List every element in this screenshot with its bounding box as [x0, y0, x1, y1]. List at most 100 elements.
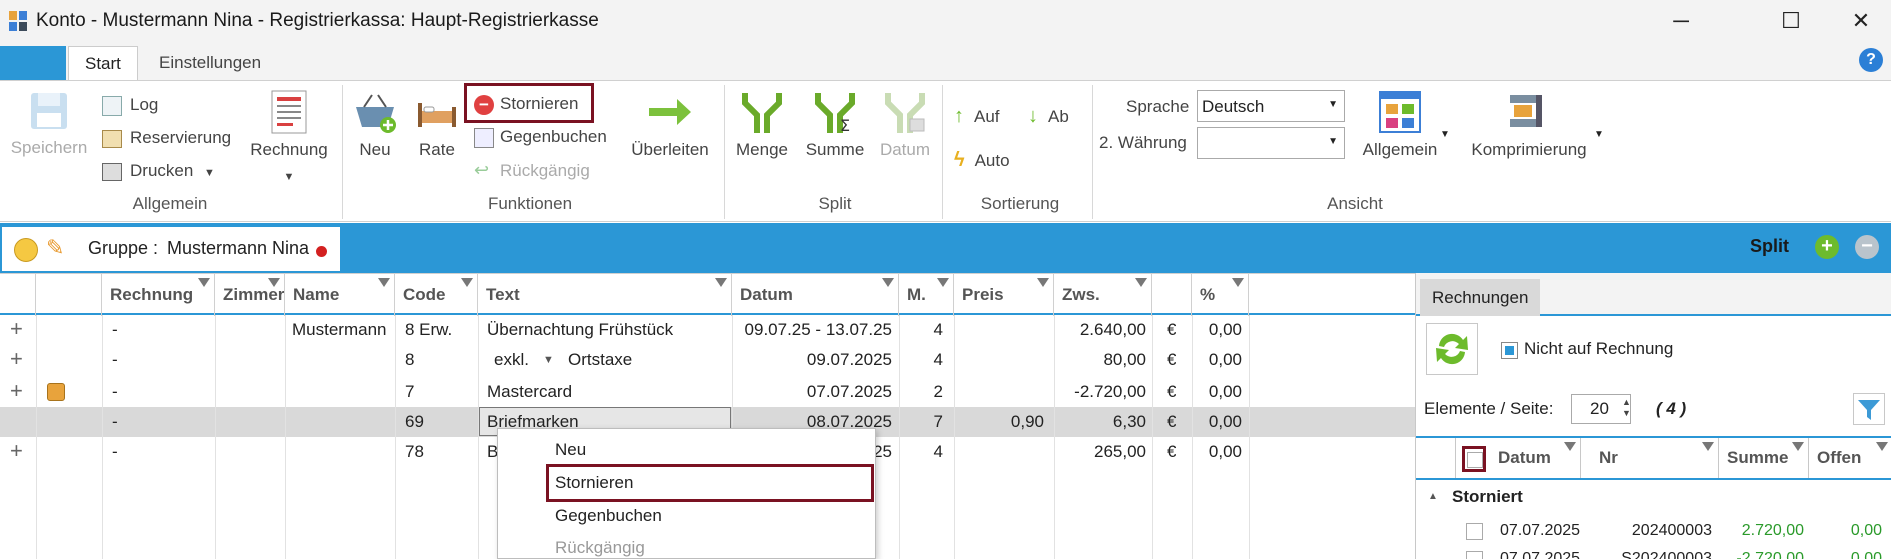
sort-auto-label: Auto: [974, 151, 1010, 170]
table-row[interactable]: + - 7 Mastercard 07.07.2025 2 -2.720,00 …: [0, 377, 1415, 407]
not-on-invoice-checkbox[interactable]: [1501, 342, 1518, 359]
column-header-label: Rechnung: [110, 285, 194, 304]
column-header-name[interactable]: Name: [285, 274, 395, 316]
column-header-code[interactable]: Code: [395, 274, 478, 316]
context-menu-new[interactable]: Neu: [555, 440, 586, 460]
invoice-row[interactable]: 07.07.2025 202400003 2.720,00 0,00: [1416, 517, 1891, 545]
minimize-button[interactable]: ─: [1646, 0, 1716, 42]
group-label-sortierung: Sortierung: [980, 194, 1060, 213]
filter-icon[interactable]: [268, 278, 280, 287]
column-header-datum[interactable]: Datum: [1490, 438, 1581, 478]
expand-icon[interactable]: +: [10, 345, 23, 375]
transfer-button[interactable]: Überleiten: [622, 89, 718, 165]
maximize-button[interactable]: ☐: [1756, 0, 1826, 42]
cell-percent: 0,00: [1208, 442, 1242, 461]
filter-icon[interactable]: [198, 278, 210, 287]
group-selector[interactable]: ✎ Gruppe : Mustermann Nina: [2, 227, 340, 271]
expand-icon[interactable]: +: [10, 377, 23, 407]
select-all-checkbox[interactable]: [1462, 446, 1486, 472]
context-menu-stornieren[interactable]: Stornieren: [555, 473, 633, 493]
column-header-zimmer[interactable]: Zimmer: [215, 274, 285, 316]
column-header-offen[interactable]: Offen: [1809, 438, 1891, 478]
chevron-down-icon[interactable]: ▼: [543, 345, 554, 375]
refresh-button[interactable]: [1426, 323, 1478, 375]
filter-icon[interactable]: [937, 278, 949, 287]
filter-button[interactable]: [1853, 393, 1885, 425]
context-menu-gegenbuchen[interactable]: Gegenbuchen: [555, 506, 662, 526]
cell-code: 69: [405, 412, 424, 431]
column-header-percent[interactable]: %: [1192, 274, 1249, 316]
column-header-datum[interactable]: Datum: [732, 274, 899, 316]
column-header-nr[interactable]: Nr: [1591, 438, 1719, 478]
cell-text: Mastercard: [487, 382, 573, 401]
filter-icon[interactable]: [1232, 278, 1244, 287]
remove-split-button[interactable]: −: [1855, 235, 1879, 259]
column-header-preis[interactable]: Preis: [954, 274, 1054, 316]
filter-icon[interactable]: [378, 278, 390, 287]
stornieren-button[interactable]: − Stornieren: [474, 94, 578, 115]
filter-icon[interactable]: [1037, 278, 1049, 287]
compression-button[interactable]: Komprimierung: [1462, 89, 1596, 165]
sort-desc-button[interactable]: ↓ Ab: [1028, 105, 1069, 128]
add-split-button[interactable]: +: [1815, 235, 1839, 259]
undo-icon: ↩: [474, 160, 490, 180]
filter-icon[interactable]: [1792, 442, 1804, 451]
save-button[interactable]: Speichern: [4, 89, 94, 163]
expand-icon[interactable]: +: [10, 315, 23, 345]
row-checkbox[interactable]: [1466, 551, 1483, 559]
filter-icon[interactable]: [715, 278, 727, 287]
table-row[interactable]: + - 8 exkl. ▼ Ortstaxe 09.07.2025 4 80,0…: [0, 345, 1415, 375]
chevron-down-icon[interactable]: ▼: [1594, 129, 1604, 140]
tab-start[interactable]: Start: [68, 46, 138, 80]
sort-auto-button[interactable]: ϟ Auto: [954, 149, 1010, 172]
filter-icon[interactable]: [1564, 442, 1576, 451]
filter-icon[interactable]: [1702, 442, 1714, 451]
group-header-storniert[interactable]: ▲ Storniert: [1416, 483, 1891, 513]
grid-line: [1054, 315, 1055, 559]
column-header-zws[interactable]: Zws.: [1054, 274, 1152, 316]
split-datum-button[interactable]: Datum: [874, 89, 936, 165]
filter-icon[interactable]: [1876, 442, 1888, 451]
help-icon[interactable]: ?: [1859, 48, 1883, 72]
expand-icon[interactable]: +: [10, 437, 23, 467]
column-header-label: Zimmer: [223, 285, 285, 304]
filter-icon[interactable]: [461, 278, 473, 287]
cell-menge: 4: [933, 320, 943, 339]
items-per-page-spinner[interactable]: ▲ ▼: [1622, 397, 1631, 419]
close-button[interactable]: ✕: [1826, 0, 1891, 42]
not-on-invoice-label: Nicht auf Rechnung: [1524, 339, 1674, 358]
column-header-menge[interactable]: M.: [899, 274, 954, 316]
currency-select[interactable]: ▼: [1197, 127, 1345, 159]
split-menge-button[interactable]: Menge: [730, 89, 794, 165]
print-button[interactable]: Drucken ▼: [102, 161, 215, 181]
column-header-label: Datum: [1498, 448, 1551, 467]
column-header-label: Datum: [740, 285, 793, 304]
column-header-rechnung[interactable]: Rechnung: [102, 274, 215, 316]
tab-settings[interactable]: Einstellungen: [143, 46, 277, 80]
context-menu-rueckgaengig[interactable]: Rückgängig: [555, 538, 645, 558]
split-summe-button[interactable]: Σ Summe: [800, 89, 870, 165]
reservation-button[interactable]: Reservierung: [102, 128, 231, 148]
filter-icon[interactable]: [882, 278, 894, 287]
grid-line: [215, 315, 216, 559]
tab-rechnungen[interactable]: Rechnungen: [1420, 279, 1541, 316]
invoice-row[interactable]: 07.07.2025 S202400003 -2.720,00 0,00: [1416, 545, 1891, 559]
arrow-down-icon: ↓: [1028, 105, 1038, 127]
file-tab[interactable]: [0, 46, 66, 80]
table-row[interactable]: + - Mustermann 8 Erw. Übernachtung Frühs…: [0, 315, 1415, 345]
new-button[interactable]: Neu: [348, 89, 402, 165]
view-general-button[interactable]: Allgemein: [1352, 89, 1448, 165]
language-select[interactable]: Deutsch ▼: [1197, 90, 1345, 122]
column-header-summe[interactable]: Summe: [1719, 438, 1809, 478]
filter-icon[interactable]: [1135, 278, 1147, 287]
row-checkbox[interactable]: [1466, 523, 1483, 540]
invoice-button[interactable]: Rechnung ▼: [247, 89, 331, 185]
cell-rechnung: -: [112, 412, 118, 431]
chevron-down-icon[interactable]: ▼: [1440, 129, 1450, 140]
column-header-text[interactable]: Text: [478, 274, 732, 316]
gegenbuchen-button[interactable]: Gegenbuchen: [474, 127, 607, 148]
rueckgaengig-button[interactable]: ↩ Rückgängig: [474, 160, 590, 181]
sort-asc-button[interactable]: ↑ Auf: [954, 105, 1000, 128]
log-button[interactable]: Log: [102, 95, 158, 116]
rate-button[interactable]: Rate: [410, 89, 464, 165]
